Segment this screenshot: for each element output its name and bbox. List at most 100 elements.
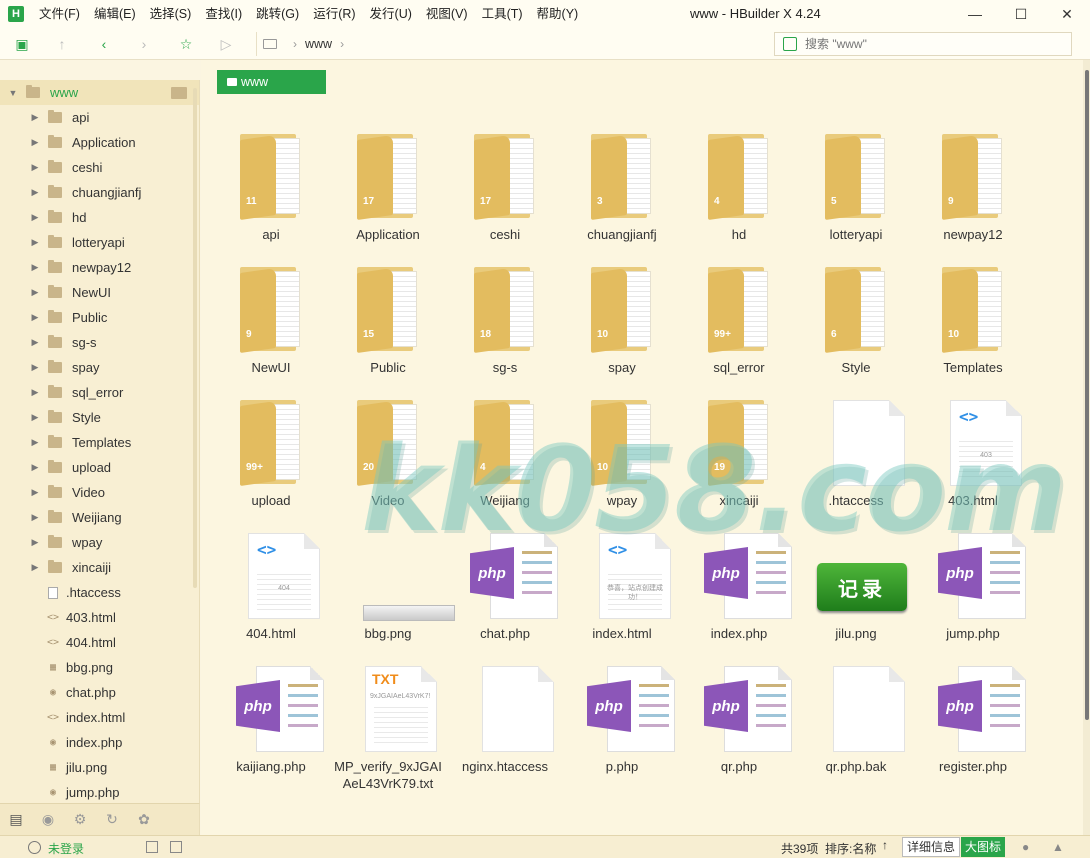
tree-folder-item[interactable]: ▶ Video [0,480,199,505]
tree-folder-item[interactable]: ▶ chuangjianfj [0,180,199,205]
chevron-right-icon[interactable]: ▶ [30,162,40,173]
grid-item-php[interactable]: php qr.php [684,654,794,784]
grid-item-folder[interactable]: 5 lotteryapi [801,122,911,252]
tree-file-item[interactable]: ▦ jilu.png [0,755,199,780]
chevron-right-icon[interactable]: ▶ [30,337,40,348]
tree-file-item[interactable]: <> index.html [0,705,199,730]
chevron-down-icon[interactable]: ▼ [8,88,18,98]
menu-item-1[interactable]: 编辑(E) [87,0,143,28]
sort-label[interactable]: 排序:名称 [825,840,876,857]
tree-file-item[interactable]: ◉ jump.php [0,780,199,803]
menu-item-3[interactable]: 查找(I) [198,0,249,28]
menu-item-7[interactable]: 视图(V) [419,0,475,28]
up-arrow-icon[interactable]: ↑ [52,34,72,54]
update-icon[interactable]: ● [1022,840,1029,854]
tree-file-item[interactable]: ◉ chat.php [0,680,199,705]
tree-folder-item[interactable]: ▶ upload [0,455,199,480]
grid-item-folder[interactable]: 17 Application [333,122,443,252]
debug-bug-icon[interactable]: ⚙ [64,804,96,836]
chevron-right-icon[interactable]: ▶ [30,487,40,498]
grid-item-folder[interactable]: 99+ sql_error [684,255,794,385]
tree-folder-item[interactable]: ▶ api [0,105,199,130]
tree-folder-item[interactable]: ▶ lotteryapi [0,230,199,255]
tree-file-item[interactable]: ▦ bbg.png [0,655,199,680]
address-bar[interactable]: › www › [256,32,764,56]
tree-folder-item[interactable]: ▶ wpay [0,530,199,555]
grid-item-folder[interactable]: 9 NewUI [216,255,326,385]
grid-item-php[interactable]: php chat.php [450,521,560,651]
grid-item-blank[interactable]: qr.php.bak [801,654,911,784]
grid-item-folder[interactable]: 19 xincaiji [684,388,794,518]
chevron-right-icon[interactable]: ▶ [30,262,40,273]
grid-item-folder[interactable]: 6 Style [801,255,911,385]
grid-item-folder[interactable]: 17 ceshi [450,122,560,252]
back-arrow-icon[interactable]: ‹ [94,34,114,54]
play-icon[interactable]: ▷ [216,34,236,54]
tree-folder-item[interactable]: ▶ sg-s [0,330,199,355]
chevron-right-icon[interactable]: ▶ [30,137,40,148]
large-icon-view-button[interactable]: 大图标 [961,837,1006,857]
search-box[interactable] [774,32,1072,56]
tree-folder-item[interactable]: ▶ xincaiji [0,555,199,580]
chevron-right-icon[interactable]: ▶ [30,112,40,123]
grid-item-folder[interactable]: 4 Weijiang [450,388,560,518]
menu-item-9[interactable]: 帮助(Y) [530,0,586,28]
chevron-right-icon[interactable]: ▶ [30,287,40,298]
grid-item-php[interactable]: php jump.php [918,521,1028,651]
user-icon[interactable] [28,841,41,854]
chevron-right-icon[interactable]: ▶ [30,312,40,323]
grid-item-folder[interactable]: 10 wpay [567,388,677,518]
grid-item-html[interactable]: <> 恭喜，站点创建成功！ index.html [567,521,677,651]
grid-item-html[interactable]: <> 403 403.html [918,388,1028,518]
grid-item-folder[interactable]: 10 spay [567,255,677,385]
tree-folder-item[interactable]: ▶ NewUI [0,280,199,305]
tree-folder-item[interactable]: ▶ spay [0,355,199,380]
detail-view-button[interactable]: 详细信息 [902,837,961,857]
tree-folder-item[interactable]: ▶ Weijiang [0,505,199,530]
git-icon[interactable]: ↻ [96,804,128,836]
grid-item-folder[interactable]: 11 api [216,122,326,252]
tree-root-www[interactable]: ▼ www [0,80,199,105]
chevron-right-icon[interactable]: ▶ [30,537,40,548]
menu-item-0[interactable]: 文件(F) [32,0,87,28]
terminal-icon[interactable] [170,841,182,853]
chevron-right-icon[interactable]: ▶ [30,562,40,573]
breadcrumb-www[interactable]: www [305,37,332,51]
grid-item-php[interactable]: php kaijiang.php [216,654,326,784]
tree-folder-item[interactable]: ▶ newpay12 [0,255,199,280]
chevron-right-icon[interactable]: ▶ [30,362,40,373]
chevron-right-icon[interactable]: ▶ [30,462,40,473]
new-file-icon[interactable]: ▣ [12,34,32,54]
tree-file-item[interactable]: .htaccess [0,580,199,605]
grid-item-folder[interactable]: 4 hd [684,122,794,252]
grid-item-bbg[interactable]: bbg.png [333,521,455,651]
plugin-icon[interactable]: ✿ [128,804,160,836]
menu-item-4[interactable]: 跳转(G) [249,0,306,28]
grid-item-php[interactable]: php register.php [918,654,1028,784]
menu-item-2[interactable]: 选择(S) [143,0,199,28]
main-scrollbar-thumb[interactable] [1085,70,1089,720]
login-status[interactable]: 未登录 [48,840,84,857]
chevron-right-icon[interactable]: ▶ [30,512,40,523]
grid-item-html[interactable]: <> 404 404.html [216,521,326,651]
grid-item-folder[interactable]: 99+ upload [216,388,326,518]
tree-folder-item[interactable]: ▶ hd [0,205,199,230]
menu-item-8[interactable]: 工具(T) [475,0,530,28]
maximize-button[interactable]: ☐ [998,0,1044,28]
sidebar-scrollbar[interactable] [193,88,197,588]
forward-arrow-icon[interactable]: › [134,34,154,54]
tree-folder-item[interactable]: ▶ ceshi [0,155,199,180]
list-icon[interactable] [146,841,158,853]
grid-item-folder[interactable]: 20 Video [333,388,443,518]
tree-file-item[interactable]: <> 403.html [0,605,199,630]
chevron-right-icon[interactable]: ▶ [30,387,40,398]
chevron-right-icon[interactable]: ▶ [30,437,40,448]
grid-item-blank[interactable]: .htaccess [801,388,911,518]
tree-folder-item[interactable]: ▶ sql_error [0,380,199,405]
project-manager-icon[interactable]: ▤ [0,804,32,836]
tree-file-item[interactable]: <> 404.html [0,630,199,655]
chevron-right-icon[interactable]: ▶ [30,212,40,223]
binoculars-icon[interactable]: ◉ [32,804,64,836]
grid-item-folder[interactable]: 18 sg-s [450,255,560,385]
star-icon[interactable]: ☆ [176,34,196,54]
